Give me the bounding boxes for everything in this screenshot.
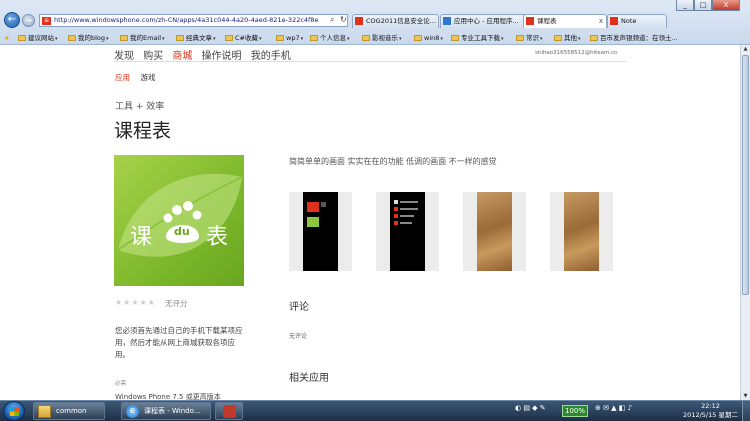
address-bar[interactable]: ⊞ http://www.windowsphone.com/zh-CN/apps… [39,14,348,27]
subnav-games[interactable]: 游戏 [140,73,155,82]
show-desktop-button[interactable] [742,401,750,421]
rating-stars: ★★★★★ [115,298,156,307]
page-content: 发现 购买 商城 操作说明 我的手机 shihao316558512@hitea… [0,45,750,400]
tab-favicon-icon [610,17,618,25]
account-email[interactable]: shihao316558512@hiteam.cn [535,50,618,56]
scroll-up-icon[interactable]: ▲ [742,45,749,53]
site-favicon-icon: ⊞ [42,17,51,25]
scrollbar-thumb[interactable] [742,55,749,295]
phone-screen [564,192,599,271]
ie-icon: e [126,405,139,418]
sub-nav: 应用 游戏 [115,72,155,83]
tab-app-center[interactable]: 应用中心 - 应用程序... [440,14,528,28]
favorites-bar: ★ 建议网站▾ 我的blog▾ 我的Email▾ 经典文章▾ C#收藏▾ wp7… [0,31,750,45]
favorite-item[interactable]: 影视音乐▾ [362,31,402,46]
taskbar-item-browser[interactable]: e 课程表 - Windo... [121,402,211,420]
clock-date: 2012/5/15 星期二 [683,411,738,419]
tab-close-icon[interactable]: x [599,15,603,27]
taskbar-item-app[interactable] [215,402,243,420]
favorite-item[interactable]: 其他▾ [554,31,581,46]
tray-icons-right[interactable]: ⊕ ✉ ▲ ◧ ♪ [595,404,632,412]
favorite-item[interactable]: 建议网站▾ [18,31,58,46]
page-title: 课程表 [114,120,172,142]
phone-screen [477,192,512,271]
favorite-item[interactable]: 个人信息▾ [310,31,350,46]
maximize-button[interactable]: □ [694,0,712,11]
screenshot-thumb[interactable] [463,192,526,271]
favorites-star-icon[interactable]: ★ [4,31,10,45]
back-button[interactable]: ← [4,12,20,28]
windows-logo-icon [10,407,19,416]
favorite-item[interactable]: 我的Email▾ [120,31,165,46]
favorite-item[interactable]: C#收藏▾ [225,31,262,46]
system-tray-icons[interactable]: ◐ ▤ ◆ ✎ [515,404,546,412]
reviews-heading: 评论 [289,302,309,313]
clock[interactable]: 22:12 2012/5/15 星期二 [683,402,738,420]
install-notice: 您必须首先通过自己的手机下载某项应用，然后才能从网上商城获取各项应用。 [115,326,243,359]
favorite-item[interactable]: 经典文章▾ [176,31,216,46]
search-icon[interactable]: ⌕ [330,15,334,25]
app-icon-char-left: 课 [130,225,153,250]
phone-screen [303,192,338,271]
screenshot-thumb[interactable] [550,192,613,271]
favorite-item[interactable]: 百市发声银频道：在领土... [590,31,678,45]
forward-button[interactable]: → [22,14,35,27]
browser-chrome: _ □ X ← → ⊞ http://www.windowsphone.com/… [0,0,750,45]
app-tagline: 简简单单的画面 实实在在的功能 低调的画面 不一样的感觉 [289,157,497,166]
phone-screen [390,192,425,271]
taskbar: common e 课程表 - Windo... ◐ ▤ ◆ ✎ 100% ⊕ ✉… [0,400,750,421]
close-window-button[interactable]: X [712,0,740,11]
tab-favicon-icon [526,17,534,25]
minimize-button[interactable]: _ [676,0,694,11]
favorite-item[interactable]: wp7▾ [276,31,303,46]
battery-indicator[interactable]: 100% [562,405,588,417]
divider [114,61,626,62]
app-icon [223,405,236,418]
start-button[interactable] [3,401,25,421]
subnav-apps[interactable]: 应用 [115,73,130,82]
favorite-item[interactable]: win8▾ [414,31,443,46]
screenshot-thumb[interactable] [376,192,439,271]
tab-note[interactable]: Note [607,14,667,28]
requirements-label: 必需 [115,381,127,387]
tab-course-schedule[interactable]: 课程表 x [523,14,607,28]
scroll-down-icon[interactable]: ▼ [742,392,749,400]
reviews-text: 无评论 [289,333,308,340]
favorite-item[interactable]: 我的blog▾ [68,31,109,46]
favorite-item[interactable]: 专业工具下载▾ [451,31,504,46]
app-icon: 课 du 表 [114,155,244,286]
top-nav: 发现 购买 商城 操作说明 我的手机 [114,47,297,62]
related-apps-heading: 相关应用 [289,373,329,384]
tab-favicon-icon [355,17,363,25]
breadcrumb[interactable]: 工具 + 效率 [115,99,164,112]
refresh-icon[interactable]: ↻ [340,15,347,24]
app-icon-char-right: 表 [206,225,229,250]
app-icon-char-middle: du [174,225,190,238]
rating-text: 无评分 [165,299,188,308]
taskbar-item-common[interactable]: common [33,402,105,420]
scrollbar[interactable]: ▲ ▼ [740,45,750,400]
clock-time: 22:12 [701,402,720,410]
requirements-text: Windows Phone 7.5 或更高版本 [115,393,221,400]
folder-icon [38,405,51,418]
favorite-item[interactable]: 常识▾ [516,31,543,46]
screenshot-thumb[interactable] [289,192,352,271]
tab-cog2011[interactable]: COG2011信息安全论... [352,14,439,28]
tab-favicon-icon [443,17,451,25]
address-url: http://www.windowsphone.com/zh-CN/apps/4… [54,16,319,24]
